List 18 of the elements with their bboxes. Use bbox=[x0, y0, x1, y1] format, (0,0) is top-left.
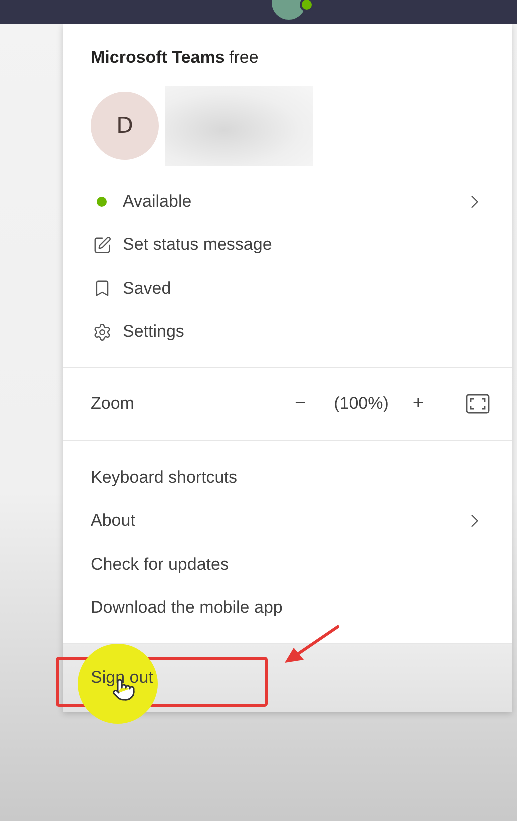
settings-icon bbox=[92, 322, 112, 342]
menu-item[interactable]: Set status message bbox=[63, 224, 512, 267]
menu-item[interactable]: Keyboard shortcuts bbox=[63, 456, 512, 500]
menu-item[interactable]: Available bbox=[63, 180, 512, 224]
menu-item[interactable]: Check for updates bbox=[63, 543, 512, 586]
zoom-out-button[interactable]: − bbox=[288, 393, 312, 415]
app-title: Microsoft Teams free bbox=[91, 48, 260, 68]
fullscreen-icon[interactable] bbox=[466, 394, 490, 414]
menu-item[interactable]: Saved bbox=[63, 267, 512, 310]
zoom-value: (100%) bbox=[334, 394, 389, 414]
menu-item[interactable]: Settings bbox=[63, 310, 512, 354]
menu-item[interactable]: About bbox=[63, 500, 512, 543]
sign-out-label: Sign out bbox=[91, 668, 154, 688]
zoom-in-button[interactable]: + bbox=[406, 393, 430, 415]
edit-icon bbox=[92, 236, 112, 255]
zoom-label: Zoom bbox=[91, 394, 136, 414]
avatar: D bbox=[91, 92, 159, 160]
menu-item[interactable]: Download the mobile app bbox=[63, 586, 512, 630]
